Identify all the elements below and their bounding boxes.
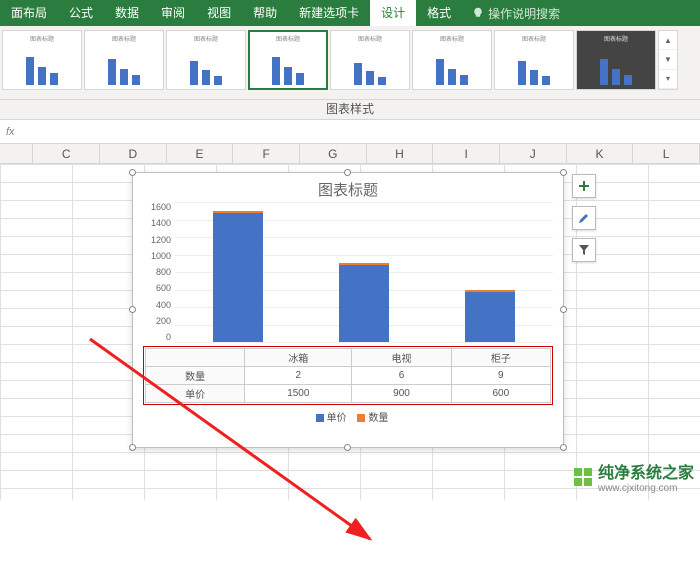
tab-design[interactable]: 设计 (370, 0, 416, 26)
plus-icon (578, 180, 590, 192)
brush-icon (578, 212, 590, 224)
row-h-price: 单价 (146, 385, 245, 403)
col-h-D[interactable]: D (100, 144, 167, 163)
formula-bar[interactable]: fx (0, 120, 700, 144)
cat-1: 冰箱 (245, 349, 352, 367)
styles-expand-button[interactable]: ▲▼▾ (658, 30, 678, 90)
col-h-G[interactable]: G (300, 144, 367, 163)
watermark: 纯净系统之家 www.cjxitong.com (574, 459, 694, 494)
watermark-logo-icon (574, 468, 592, 486)
tab-data[interactable]: 数据 (104, 0, 150, 26)
column-headers: C D E F G H I J K L (0, 144, 700, 164)
cat-2: 电视 (352, 349, 451, 367)
worksheet: C D E F G H I J K L 图表标题 1600 1400 (0, 144, 700, 500)
resize-handle[interactable] (560, 306, 567, 313)
cat-3: 柜子 (451, 349, 550, 367)
tab-format[interactable]: 格式 (416, 0, 462, 26)
style-thumb-7[interactable]: 图表标题 (494, 30, 574, 90)
col-h-L[interactable]: L (633, 144, 700, 163)
resize-handle[interactable] (344, 169, 351, 176)
bar-1[interactable] (213, 211, 263, 342)
col-h-edge[interactable] (0, 144, 33, 163)
style-thumb-8[interactable]: 图表标题 (576, 30, 656, 90)
col-h-E[interactable]: E (167, 144, 234, 163)
resize-handle[interactable] (344, 444, 351, 451)
y-axis: 1600 1400 1200 1000 800 600 400 200 0 (139, 202, 171, 342)
legend-swatch-qty (357, 414, 365, 422)
tell-me-label: 操作说明搜索 (488, 5, 560, 22)
resize-handle[interactable] (129, 444, 136, 451)
chart-legend[interactable]: 单价 数量 (133, 405, 563, 428)
chart-styles-gallery: 图表标题 图表标题 图表标题 图表标题 图表标题 图表标题 图表标题 图表标题 … (0, 26, 700, 100)
style-thumb-3[interactable]: 图表标题 (166, 30, 246, 90)
chart-data-table[interactable]: 冰箱 电视 柜子 数量 2 6 9 单价 1500 900 600 (143, 346, 553, 405)
tab-view[interactable]: 视图 (196, 0, 242, 26)
funnel-icon (578, 244, 590, 256)
styles-panel-label: 图表样式 (0, 100, 700, 120)
col-h-K[interactable]: K (567, 144, 634, 163)
bar-2[interactable] (339, 263, 389, 342)
col-h-I[interactable]: I (433, 144, 500, 163)
chart-object[interactable]: 图表标题 1600 1400 1200 1000 800 600 400 200… (132, 172, 564, 448)
tab-layout[interactable]: 面布局 (0, 0, 58, 26)
watermark-url: www.cjxitong.com (598, 483, 694, 494)
resize-handle[interactable] (560, 169, 567, 176)
style-thumb-5[interactable]: 图表标题 (330, 30, 410, 90)
chart-side-buttons (572, 174, 596, 262)
grid-body[interactable]: 图表标题 1600 1400 1200 1000 800 600 400 200… (0, 164, 700, 500)
chart-styles-button[interactable] (572, 206, 596, 230)
plot-area[interactable]: 1600 1400 1200 1000 800 600 400 200 0 (175, 202, 553, 342)
resize-handle[interactable] (129, 306, 136, 313)
ribbon-tabs: 面布局 公式 数据 审阅 视图 帮助 新建选项卡 设计 格式 操作说明搜索 (0, 0, 700, 26)
tab-help[interactable]: 帮助 (242, 0, 288, 26)
watermark-brand: 纯净系统之家 (598, 465, 694, 482)
legend-swatch-price (316, 414, 324, 422)
style-thumb-1[interactable]: 图表标题 (2, 30, 82, 90)
bar-3[interactable] (465, 290, 515, 343)
style-thumb-6[interactable]: 图表标题 (412, 30, 492, 90)
chart-add-element-button[interactable] (572, 174, 596, 198)
tab-review[interactable]: 审阅 (150, 0, 196, 26)
col-h-C[interactable]: C (33, 144, 100, 163)
col-h-H[interactable]: H (367, 144, 434, 163)
chart-filter-button[interactable] (572, 238, 596, 262)
chart-title[interactable]: 图表标题 (133, 173, 563, 202)
tell-me-search[interactable]: 操作说明搜索 (462, 0, 570, 26)
row-h-qty: 数量 (146, 367, 245, 385)
lightbulb-icon (472, 7, 484, 19)
col-h-F[interactable]: F (233, 144, 300, 163)
col-h-J[interactable]: J (500, 144, 567, 163)
style-thumb-2[interactable]: 图表标题 (84, 30, 164, 90)
resize-handle[interactable] (560, 444, 567, 451)
tab-new[interactable]: 新建选项卡 (288, 0, 370, 26)
style-thumb-4[interactable]: 图表标题 (248, 30, 328, 90)
resize-handle[interactable] (129, 169, 136, 176)
fx-label: fx (6, 126, 15, 138)
tab-formula[interactable]: 公式 (58, 0, 104, 26)
bars (175, 202, 553, 342)
